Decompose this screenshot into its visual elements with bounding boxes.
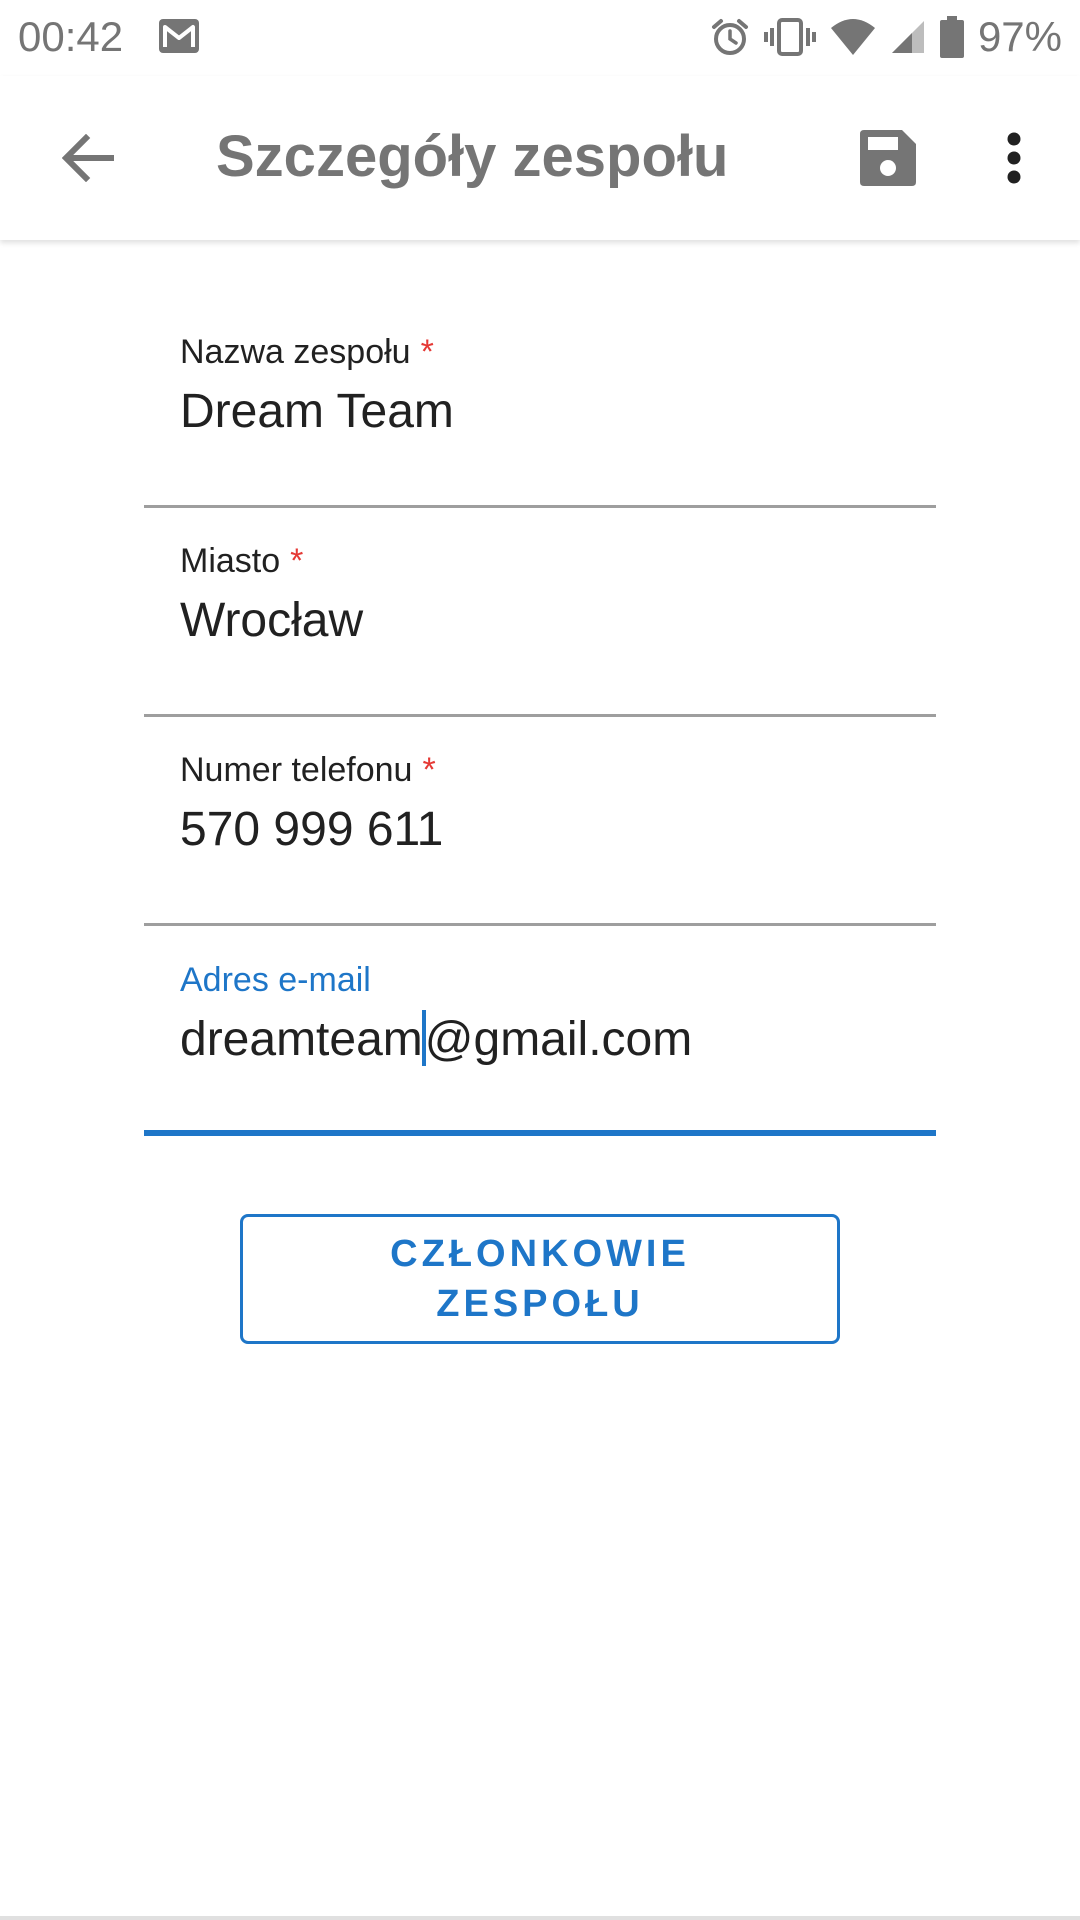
save-icon bbox=[860, 130, 916, 186]
more-options-button[interactable] bbox=[966, 110, 1062, 206]
field-underline bbox=[144, 923, 936, 926]
team-members-button[interactable]: CZŁONKOWIE ZESPOŁU bbox=[240, 1214, 840, 1344]
bottom-divider bbox=[0, 1916, 1080, 1920]
text-caret bbox=[421, 1010, 426, 1067]
wifi-icon bbox=[830, 18, 876, 56]
team-name-input[interactable]: Dream Team bbox=[180, 382, 454, 442]
required-mark: * bbox=[422, 751, 436, 789]
field-underline bbox=[144, 714, 936, 717]
phone-label: Numer telefonu * bbox=[180, 751, 436, 789]
save-button[interactable] bbox=[840, 110, 936, 206]
battery-percent: 97% bbox=[977, 13, 1062, 60]
vibrate-icon bbox=[763, 17, 816, 57]
status-time: 00:42 bbox=[18, 13, 124, 60]
team-name-field[interactable]: Nazwa zespołu * Dream Team bbox=[144, 332, 936, 508]
email-input[interactable]: dreamteam@gmail.com bbox=[180, 1010, 692, 1070]
gmail-icon bbox=[158, 18, 200, 54]
alarm-icon bbox=[710, 17, 750, 57]
more-vert-icon bbox=[1007, 132, 1021, 184]
back-button[interactable] bbox=[40, 110, 136, 206]
city-label: Miasto * bbox=[180, 542, 304, 580]
team-name-label: Nazwa zespołu * bbox=[180, 333, 434, 371]
page-title: Szczegóły zespołu bbox=[216, 124, 729, 189]
phone-input[interactable]: 570 999 611 bbox=[180, 800, 443, 860]
city-field[interactable]: Miasto * Wrocław bbox=[144, 541, 936, 717]
phone-field[interactable]: Numer telefonu * 570 999 611 bbox=[144, 750, 936, 926]
field-underline-focused bbox=[144, 1130, 936, 1136]
signal-icon bbox=[890, 19, 926, 55]
status-bar: 00:42 97% bbox=[0, 0, 1080, 76]
back-arrow-icon bbox=[62, 134, 114, 182]
email-field[interactable]: Adres e-mail dreamteam@gmail.com bbox=[144, 960, 936, 1136]
app-bar: Szczegóły zespołu bbox=[0, 76, 1080, 240]
required-mark: * bbox=[290, 542, 304, 580]
battery-icon bbox=[939, 16, 964, 58]
field-underline bbox=[144, 505, 936, 508]
email-label: Adres e-mail bbox=[180, 961, 371, 999]
status-icons: 97% bbox=[710, 12, 1062, 62]
team-members-button-label: CZŁONKOWIE ZESPOŁU bbox=[390, 1233, 690, 1325]
required-mark: * bbox=[420, 333, 434, 371]
city-input[interactable]: Wrocław bbox=[180, 591, 363, 651]
